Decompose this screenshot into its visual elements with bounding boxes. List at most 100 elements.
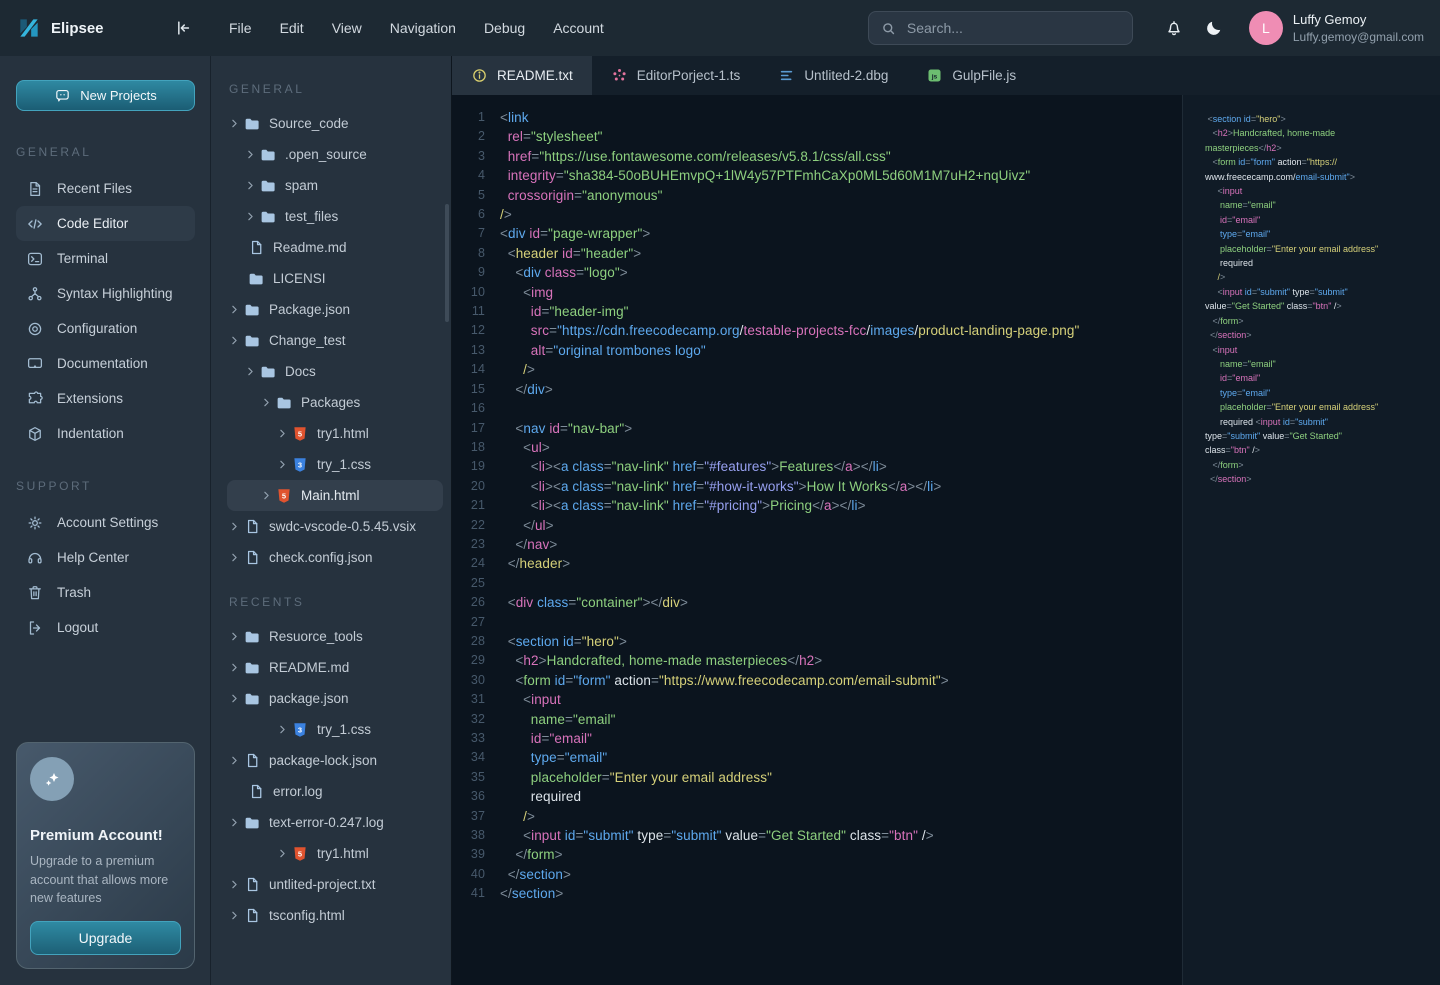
sidebar-item-syntax-highlighting[interactable]: Syntax Highlighting — [16, 276, 195, 311]
tree-item-check-config-json[interactable]: check.config.json — [227, 542, 443, 573]
file-icon — [246, 783, 266, 800]
sidebar: New Projects GENERALRecent FilesCode Edi… — [0, 56, 211, 985]
sidebar-item-recent-files[interactable]: Recent Files — [16, 171, 195, 206]
sidebar-item-trash[interactable]: Trash — [16, 575, 195, 610]
menu-edit[interactable]: Edit — [280, 20, 304, 36]
tree-item-text-error-0-247-log[interactable]: text-error-0.247.log — [227, 807, 443, 838]
minimap-line: <input — [1205, 184, 1434, 198]
tree-item-packages[interactable]: Packages — [227, 387, 443, 418]
menubar: File Edit View Navigation Debug Account — [229, 20, 604, 36]
sidebar-item-extensions[interactable]: Extensions — [16, 381, 195, 416]
code-line-content: </div> — [500, 380, 553, 399]
headset-icon — [26, 549, 44, 567]
minimap-line: value="Get Started" class="btn" /> — [1205, 299, 1434, 313]
code-editor-surface[interactable]: 1<link2 rel="stylesheet"3 href="https://… — [452, 95, 1182, 985]
sidebar-item-documentation[interactable]: Documentation — [16, 346, 195, 381]
tree-item-readme-md[interactable]: README.md — [227, 652, 443, 683]
app-logo-icon — [16, 15, 42, 41]
sidebar-sections: GENERALRecent FilesCode EditorTerminalSy… — [16, 141, 195, 645]
code-line-content: </header> — [500, 554, 570, 573]
sidebar-item-help-center[interactable]: Help Center — [16, 540, 195, 575]
tree-item-source-code[interactable]: Source_code — [227, 108, 443, 139]
line-number: 6 — [452, 205, 485, 224]
code-line-content: <header id="header"> — [500, 244, 641, 263]
tree-item-untlited-project-txt[interactable]: untlited-project.txt — [227, 869, 443, 900]
html-icon: 5 — [290, 425, 310, 443]
tab-gulpfile-js[interactable]: jsGulpFile.js — [907, 56, 1035, 95]
chevron-icon — [245, 180, 256, 191]
line-number: 29 — [452, 651, 485, 670]
minimap[interactable]: <section id="hero"> <h2>Handcrafted, hom… — [1182, 95, 1440, 985]
code-line: 16 — [452, 399, 1182, 418]
tree-item-spam[interactable]: spam — [227, 170, 443, 201]
menu-navigation[interactable]: Navigation — [390, 20, 456, 36]
line-number: 12 — [452, 321, 485, 340]
line-number: 9 — [452, 263, 485, 282]
code-line-content: /> — [500, 360, 535, 379]
sidebar-item-indentation[interactable]: Indentation — [16, 416, 195, 451]
sidebar-item-configuration[interactable]: Configuration — [16, 311, 195, 346]
code-line-content: <div id="page-wrapper"> — [500, 224, 650, 243]
tree-item-test-files[interactable]: test_files — [227, 201, 443, 232]
minimap-line: id="email" — [1205, 213, 1434, 227]
tree-item-try1-html[interactable]: 5try1.html — [227, 418, 443, 449]
tree-item-open-source[interactable]: .open_source — [227, 139, 443, 170]
svg-text:5: 5 — [298, 429, 302, 438]
sidebar-item-terminal[interactable]: Terminal — [16, 241, 195, 276]
sidebar-item-label: Extensions — [57, 391, 123, 406]
code-line-content: </section> — [500, 865, 571, 884]
line-number: 2 — [452, 127, 485, 146]
code-line-content: </nav> — [500, 535, 557, 554]
tree-item-label: LICENSI — [273, 271, 326, 286]
line-number: 39 — [452, 845, 485, 864]
menu-debug[interactable]: Debug — [484, 20, 525, 36]
tree-item-package-lock-json[interactable]: package-lock.json — [227, 745, 443, 776]
tree-item-tsconfig-html[interactable]: tsconfig.html — [227, 900, 443, 931]
menu-view[interactable]: View — [332, 20, 362, 36]
line-number: 32 — [452, 710, 485, 729]
notifications-bell-icon[interactable] — [1161, 15, 1187, 41]
tree-item-try1-html[interactable]: 5try1.html — [227, 838, 443, 869]
tree-item-docs[interactable]: Docs — [227, 356, 443, 387]
user-profile-chip[interactable]: L Luffy Gemoy Luffy.gemoy@gmail.com — [1249, 11, 1424, 45]
file-icon — [242, 752, 262, 769]
code-line: 31 <input — [452, 690, 1182, 709]
dark-mode-moon-icon[interactable] — [1201, 15, 1227, 41]
line-number: 33 — [452, 729, 485, 748]
tree-item-label: Readme.md — [273, 240, 347, 255]
sidebar-item-label: Indentation — [57, 426, 124, 441]
tree-item-readme-md[interactable]: Readme.md — [227, 232, 443, 263]
tab-untlited-2-dbg[interactable]: Untlited-2.dbg — [759, 56, 907, 95]
menu-file[interactable]: File — [229, 20, 252, 36]
sidebar-item-logout[interactable]: Logout — [16, 610, 195, 645]
search-input[interactable] — [905, 19, 1121, 37]
tab-editorporject-1-ts[interactable]: EditorPorject-1.ts — [592, 56, 760, 95]
upgrade-button[interactable]: Upgrade — [30, 921, 181, 955]
sidebar-item-label: Help Center — [57, 550, 129, 565]
search-box[interactable] — [868, 11, 1133, 45]
code-line: 26 <div class="container"></div> — [452, 593, 1182, 612]
sidebar-item-account-settings[interactable]: Account Settings — [16, 505, 195, 540]
tree-item-change-test[interactable]: Change_test — [227, 325, 443, 356]
new-projects-button[interactable]: New Projects — [16, 80, 195, 111]
folder-icon — [258, 146, 278, 164]
code-line: 24 </header> — [452, 554, 1182, 573]
tree-item-error-log[interactable]: error.log — [227, 776, 443, 807]
collapse-sidebar-icon[interactable] — [171, 16, 195, 40]
line-number: 36 — [452, 787, 485, 806]
sidebar-item-code-editor[interactable]: Code Editor — [16, 206, 195, 241]
tree-item-main-html[interactable]: 5Main.html — [227, 480, 443, 511]
line-number: 17 — [452, 419, 485, 438]
tree-item-package-json[interactable]: package.json — [227, 683, 443, 714]
tab-readme-txt[interactable]: README.txt — [452, 56, 592, 95]
tree-item-try-1-css[interactable]: 3try_1.css — [227, 714, 443, 745]
tree-item-package-json[interactable]: Package.json — [227, 294, 443, 325]
tree-item-swdc-vscode-0-5-45-vsix[interactable]: swdc-vscode-0.5.45.vsix — [227, 511, 443, 542]
tree-item-resuorce-tools[interactable]: Resuorce_tools — [227, 621, 443, 652]
code-line: 23 </nav> — [452, 535, 1182, 554]
tree-item-licensi[interactable]: LICENSI — [227, 263, 443, 294]
menu-account[interactable]: Account — [553, 20, 604, 36]
tree-item-try-1-css[interactable]: 3try_1.css — [227, 449, 443, 480]
tree-scrollbar[interactable] — [445, 204, 449, 322]
chevron-icon — [229, 631, 240, 642]
